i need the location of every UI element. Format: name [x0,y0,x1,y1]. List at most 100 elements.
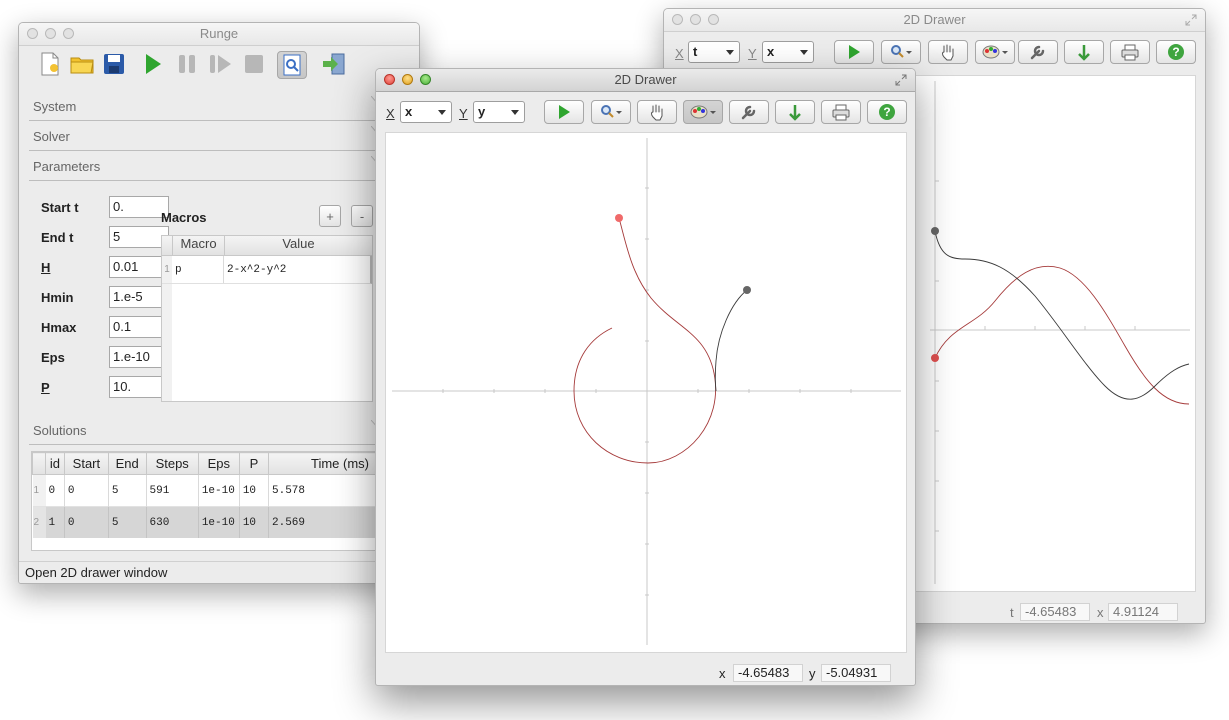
close-button[interactable] [27,28,38,39]
color-button[interactable] [683,100,723,124]
param-input-eps[interactable]: 1.e-10 [109,346,169,368]
cell-id[interactable]: 0 [45,474,65,507]
x-variable-value: x [405,104,413,119]
section-solver-label: Solver [33,129,70,144]
col-eps[interactable]: Eps [197,452,240,475]
settings-button[interactable] [729,100,769,124]
param-input-start-t[interactable]: 0. [109,196,169,218]
macro-value[interactable]: 2-x^2-y^2 [224,256,370,283]
run-button[interactable] [544,100,584,124]
minimize-button[interactable] [402,74,413,85]
macros-row[interactable]: 1 p 2-x^2-y^2 [162,256,372,284]
macros-col-value[interactable]: Value [225,236,372,255]
runge-titlebar[interactable]: Runge [19,23,419,46]
zoom-button[interactable] [63,28,74,39]
download-icon [789,105,801,121]
hand-icon [942,44,954,61]
param-input-hmin[interactable]: 1.e-5 [109,286,169,308]
help-button[interactable]: ? [867,100,907,124]
zoom-button[interactable] [591,100,631,124]
new-file-icon[interactable] [39,52,61,79]
fullscreen-icon[interactable] [895,74,907,86]
table-row-selected[interactable]: 2 1 0 5 630 1e-10 10 2.569 [32,506,402,538]
close-button[interactable] [384,74,395,85]
param-label-hmax: Hmax [41,320,77,335]
cell-steps[interactable]: 630 [146,506,199,538]
cell-start[interactable]: 0 [64,506,109,538]
stop-icon[interactable] [243,53,265,78]
export-icon[interactable] [321,52,347,79]
param-input-end-t[interactable]: 5 [109,226,169,248]
open-folder-icon[interactable] [69,53,95,78]
save-disk-icon[interactable] [103,53,125,78]
plot-canvas-front [392,138,901,645]
macro-name[interactable]: p [172,256,224,283]
drawer-back-title: 2D Drawer [903,12,966,27]
start-point-gray [931,227,939,235]
plot-area-front[interactable] [385,132,907,653]
close-button[interactable] [672,14,683,25]
pan-button[interactable] [928,40,968,64]
section-system[interactable]: System [29,96,393,121]
drawer-back-titlebar[interactable]: 2D Drawer [664,9,1205,32]
section-solutions-label: Solutions [33,423,87,438]
play-icon[interactable] [143,53,163,78]
add-macro-button[interactable]: + [319,205,341,227]
pause-icon[interactable] [176,53,198,78]
color-button[interactable] [975,40,1015,64]
zoom-button[interactable] [420,74,431,85]
cell-end[interactable]: 5 [108,506,147,538]
cell-p[interactable]: 10 [239,506,270,538]
minimize-button[interactable] [690,14,701,25]
macros-col-macro[interactable]: Macro [172,236,225,255]
cell-end[interactable]: 5 [108,474,147,507]
x-variable-select[interactable]: t [688,41,740,63]
step-icon[interactable] [208,53,234,78]
col-id[interactable]: id [45,452,65,475]
col-p[interactable]: P [238,452,270,475]
col-end[interactable]: End [107,452,147,475]
cell-eps[interactable]: 1e-10 [198,506,240,538]
export-button[interactable] [775,100,815,124]
print-button[interactable] [1110,40,1150,64]
cell-steps[interactable]: 591 [146,474,199,507]
export-button[interactable] [1064,40,1104,64]
param-label-h: H [41,260,51,275]
cell-id[interactable]: 1 [45,506,65,538]
print-button[interactable] [821,100,861,124]
param-label-eps: Eps [41,350,65,365]
coord-t-label: t [1010,605,1014,620]
x-variable-select[interactable]: x [400,101,452,123]
pan-button[interactable] [637,100,677,124]
help-button[interactable]: ? [1156,40,1196,64]
cell-start[interactable]: 0 [64,474,109,507]
drawer-front-titlebar[interactable]: 2D Drawer [376,69,915,92]
chevron-down-icon [511,110,519,115]
section-solver[interactable]: Solver [29,126,393,151]
settings-button[interactable] [1018,40,1058,64]
run-button[interactable] [834,40,874,64]
start-point-red [615,214,623,222]
cell-p[interactable]: 10 [239,474,270,507]
y-variable-select[interactable]: x [762,41,814,63]
cell-eps[interactable]: 1e-10 [198,474,240,507]
section-solutions[interactable]: Solutions [29,420,393,445]
remove-macro-button[interactable]: - [351,205,373,227]
table-row[interactable]: 1 0 0 5 591 1e-10 10 5.578 [32,474,402,507]
start-point-gray [743,286,751,294]
param-input-hmax[interactable]: 0.1 [109,316,169,338]
zoom-button[interactable] [708,14,719,25]
zoom-button[interactable] [881,40,921,64]
preview-button[interactable] [277,51,307,79]
col-steps[interactable]: Steps [145,452,199,475]
fullscreen-icon[interactable] [1185,14,1197,26]
y-axis-label: Y [459,106,468,121]
section-parameters[interactable]: Parameters [29,156,393,181]
param-input-p[interactable]: 10. [109,376,169,398]
y-variable-select[interactable]: y [473,101,525,123]
minimize-button[interactable] [45,28,56,39]
window-controls [384,74,431,85]
col-start[interactable]: Start [63,452,109,475]
param-input-h[interactable]: 0.01 [109,256,169,278]
chevron-down-icon [726,50,734,55]
